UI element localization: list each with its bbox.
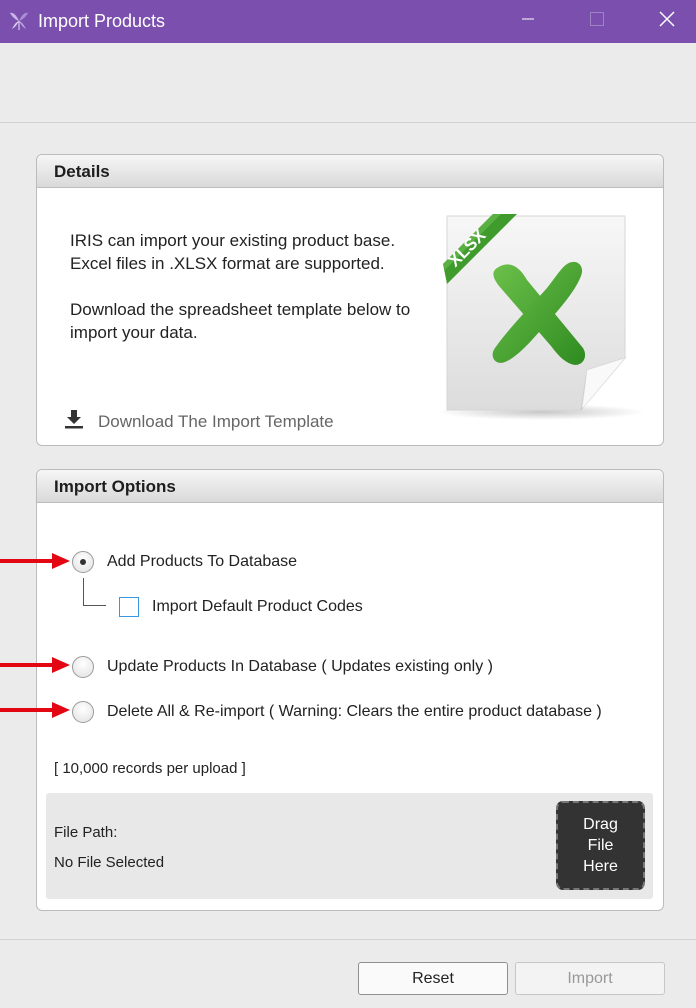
download-template-link[interactable]: Download The Import Template — [64, 409, 334, 434]
option-delete-reimport[interactable]: Delete All & Re-import ( Warning: Clears… — [72, 701, 602, 723]
file-path-area: File Path: No File Selected Drag File He… — [46, 793, 653, 899]
import-options-panel: Import Options Add Products To Database … — [36, 469, 664, 911]
details-line-1: IRIS can import your existing product ba… — [70, 231, 396, 250]
import-options-header: Import Options — [37, 470, 663, 503]
drag-file-drop-zone[interactable]: Drag File Here — [556, 801, 645, 890]
maximize-button[interactable] — [574, 0, 620, 43]
maximize-icon — [589, 11, 605, 32]
close-button[interactable] — [644, 0, 690, 43]
download-template-label: Download The Import Template — [98, 411, 334, 431]
xlsx-file-icon: XLSX — [435, 208, 647, 424]
red-arrow-icon — [0, 553, 70, 569]
minimize-icon — [520, 11, 536, 32]
close-icon — [658, 10, 676, 33]
import-default-codes-checkbox[interactable] — [119, 597, 139, 617]
details-line-2: Excel files in .XLSX format are supporte… — [70, 254, 385, 273]
details-header: Details — [37, 155, 663, 188]
red-arrow-icon — [0, 657, 70, 673]
download-icon — [64, 409, 84, 434]
drop-zone-line-3: Here — [583, 858, 618, 875]
details-line-4: import your data. — [70, 323, 198, 342]
add-products-radio[interactable] — [72, 551, 94, 573]
file-path-label: File Path: — [54, 824, 118, 841]
toolbar-area — [0, 43, 696, 123]
details-panel: Details IRIS can import your existing pr… — [36, 154, 664, 446]
option-import-default-codes[interactable]: Import Default Product Codes — [119, 597, 363, 617]
details-line-3: Download the spreadsheet template below … — [70, 300, 411, 319]
file-path-value: No File Selected — [54, 854, 165, 871]
drop-zone-line-2: File — [587, 837, 614, 854]
radio-selected-dot — [80, 559, 86, 565]
reset-button[interactable]: Reset — [358, 962, 508, 995]
records-per-upload-note: [ 10,000 records per upload ] — [54, 760, 246, 777]
import-button[interactable]: Import — [515, 962, 665, 995]
delete-reimport-label: Delete All & Re-import ( Warning: Clears… — [107, 703, 602, 720]
option-update-products[interactable]: Update Products In Database ( Updates ex… — [72, 656, 493, 678]
red-arrow-icon — [0, 702, 70, 718]
update-products-radio[interactable] — [72, 656, 94, 678]
minimize-button[interactable] — [505, 0, 551, 43]
delete-reimport-radio[interactable] — [72, 701, 94, 723]
window-title: Import Products — [38, 11, 166, 31]
update-products-label: Update Products In Database ( Updates ex… — [107, 658, 493, 675]
drop-zone-line-1: Drag — [583, 816, 618, 833]
title-bar: Import Products — [0, 0, 696, 43]
details-description: IRIS can import your existing product ba… — [70, 229, 410, 344]
sub-option-connector — [83, 578, 106, 606]
option-add-products[interactable]: Add Products To Database — [72, 551, 297, 573]
iris-flower-icon — [8, 11, 30, 31]
import-default-codes-label: Import Default Product Codes — [152, 598, 363, 615]
add-products-label: Add Products To Database — [107, 553, 298, 570]
